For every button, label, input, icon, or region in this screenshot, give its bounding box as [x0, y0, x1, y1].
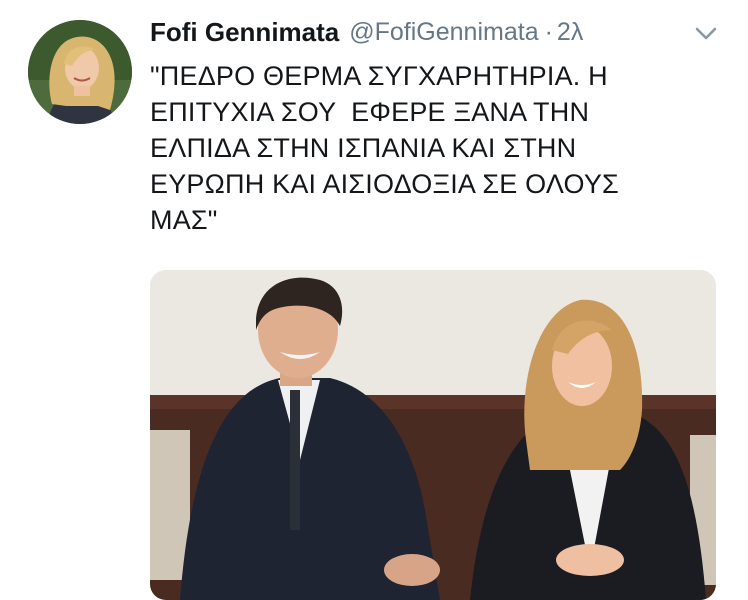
tweet-text: "ΠΕΔΡΟ ΘΕΡΜΑ ΣΥΓΧΑΡΗΤΗΡΙΑ. Η ΕΠΙΤΥΧΙΑ ΣΟ… [150, 58, 710, 238]
avatar-image [28, 20, 132, 124]
separator-dot: · [544, 17, 553, 46]
display-name[interactable]: Fofi Gennimata [150, 17, 339, 48]
tweet-text-line: ΕΥΡΩΠΗ ΚΑΙ ΑΙΣΙΟΔΟΞΙΑ ΣΕ ΟΛΟΥΣ [150, 169, 619, 199]
avatar[interactable] [28, 20, 132, 124]
tweet[interactable]: Fofi Gennimata @FofiGennimata · 2λ "ΠΕΔΡ… [0, 0, 748, 600]
tweet-header: Fofi Gennimata @FofiGennimata · 2λ [150, 14, 583, 50]
tweet-text-line: ΜΑΣ" [150, 205, 218, 235]
tweet-photo[interactable] [150, 270, 716, 600]
tweet-text-line: "ΠΕΔΡΟ ΘΕΡΜΑ ΣΥΓΧΑΡΗΤΗΡΙΑ. Η [150, 61, 608, 91]
timestamp[interactable]: 2λ [557, 18, 583, 47]
user-handle[interactable]: @FofiGennimata [349, 18, 538, 47]
tweet-text-line: ΕΛΠΙΔΑ ΣΤΗΝ ΙΣΠΑΝΙΑ ΚΑΙ ΣΤΗΝ [150, 133, 577, 163]
chevron-down-icon[interactable] [693, 20, 719, 46]
photo-image [150, 270, 716, 600]
tweet-text-line: ΕΠΙΤΥΧΙΑ ΣΟΥ ΕΦΕΡΕ ΞΑΝΑ ΤΗΝ [150, 97, 590, 127]
